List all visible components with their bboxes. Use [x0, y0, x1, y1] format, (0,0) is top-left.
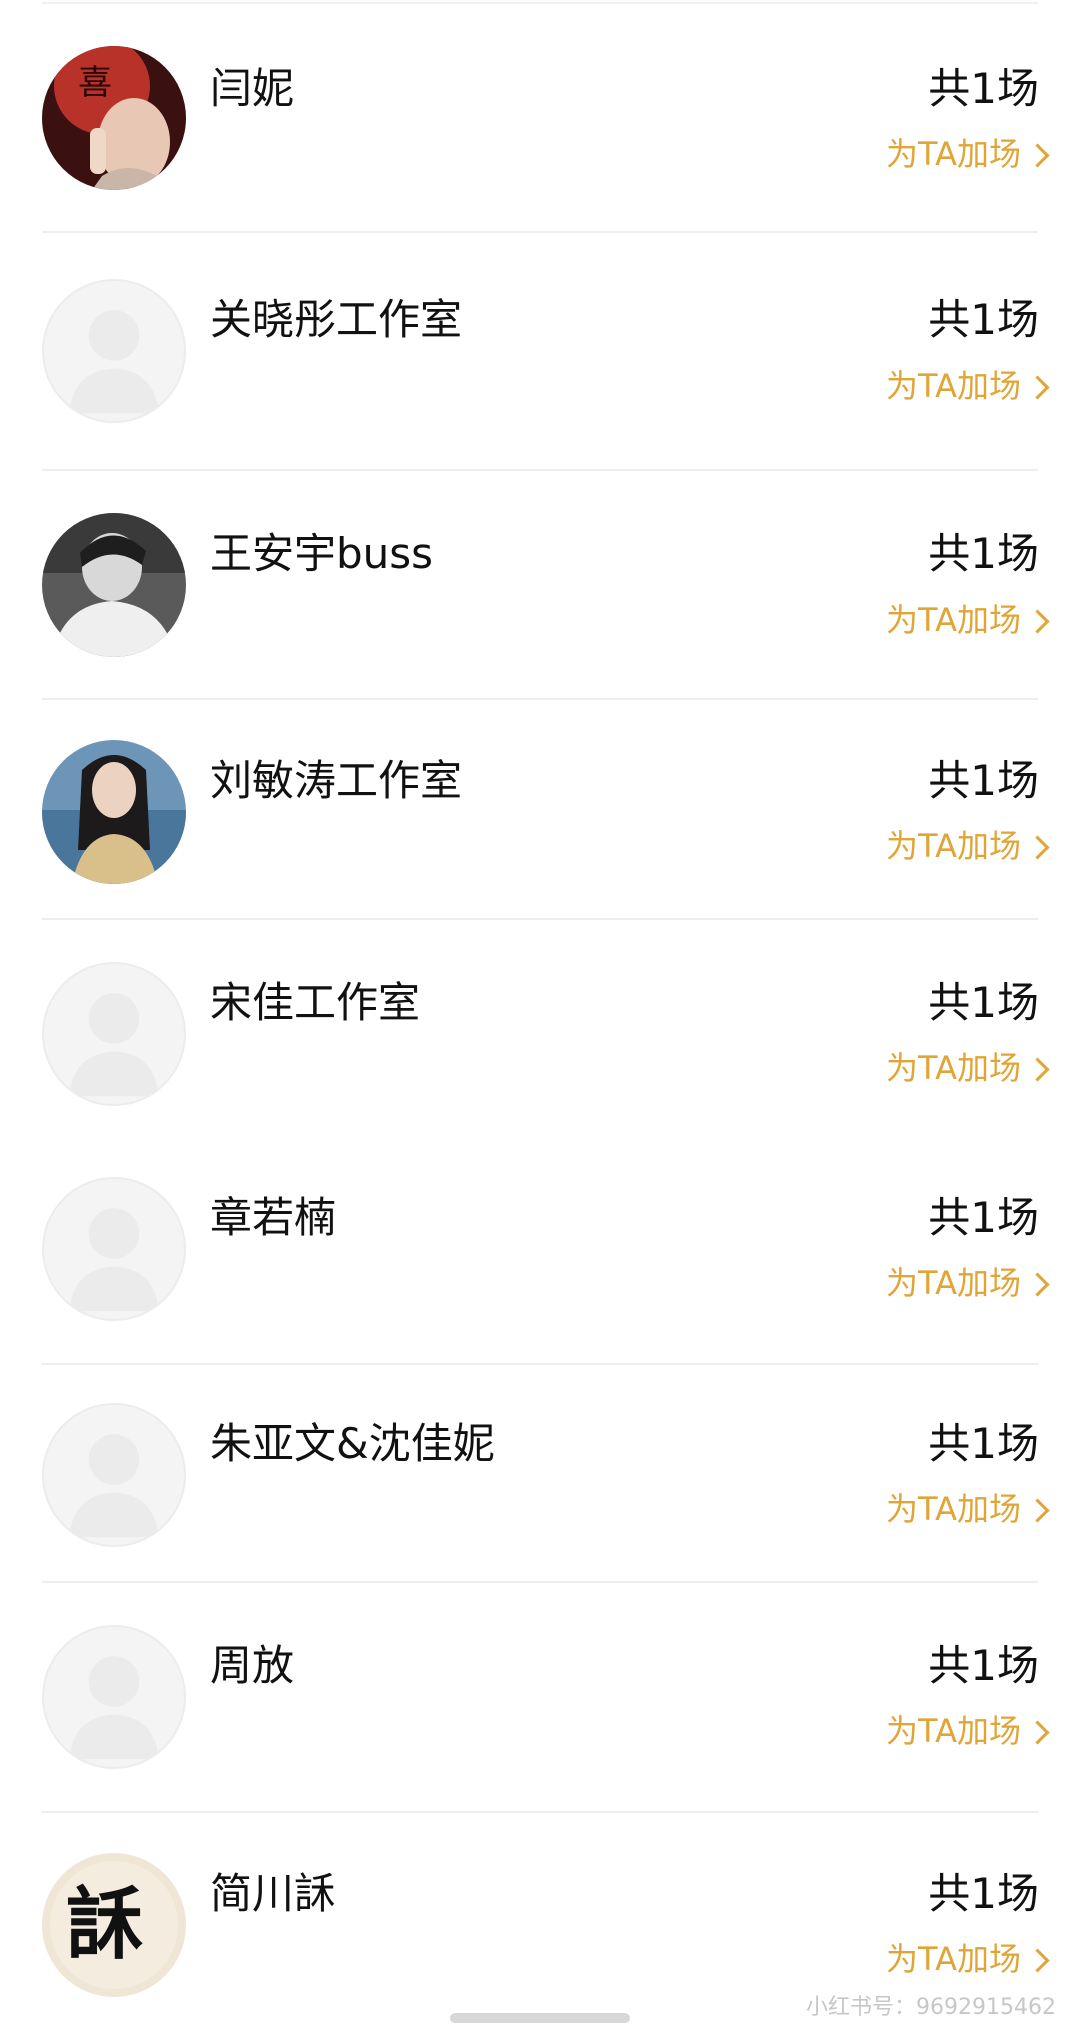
show-count: 共1场 — [928, 978, 1039, 1027]
add-show-link[interactable]: 为TA加场 — [886, 134, 1050, 174]
chevron-right-icon — [1025, 1947, 1050, 1973]
list-item[interactable]: 刘敏涛工作室 共1场 为TA加场 — [0, 700, 1080, 920]
show-count: 共1场 — [928, 1641, 1039, 1690]
list-item[interactable]: 喜 闫妮 共1场 为TA加场 — [0, 0, 1080, 233]
show-count: 共1场 — [928, 64, 1039, 113]
add-show-label: 为TA加场 — [886, 1712, 1021, 1750]
avatar[interactable]: 喜 — [42, 46, 186, 190]
chevron-right-icon — [1025, 1719, 1050, 1745]
show-count: 共1场 — [928, 1869, 1039, 1918]
list-item[interactable]: 关晓彤工作室 共1场 为TA加场 — [0, 233, 1080, 471]
artist-name: 刘敏涛工作室 — [210, 756, 463, 805]
artist-name: 章若楠 — [210, 1193, 337, 1242]
avatar[interactable] — [42, 740, 186, 884]
avatar[interactable] — [42, 279, 186, 423]
add-show-link[interactable]: 为TA加场 — [886, 826, 1050, 866]
default-avatar-icon — [69, 1434, 159, 1538]
default-avatar-icon — [69, 993, 159, 1097]
chevron-right-icon — [1025, 608, 1050, 634]
svg-text:訸: 訸 — [66, 1879, 144, 1970]
list-item[interactable]: 朱亚文&沈佳妮 共1场 为TA加场 — [0, 1365, 1080, 1583]
chevron-right-icon — [1025, 374, 1050, 400]
list-item[interactable]: 王安宇buss 共1场 为TA加场 — [0, 471, 1080, 700]
show-count: 共1场 — [928, 295, 1039, 344]
chevron-right-icon — [1025, 142, 1050, 168]
add-show-link[interactable]: 为TA加场 — [886, 1048, 1050, 1088]
default-avatar-icon — [69, 1656, 159, 1760]
artist-name: 王安宇buss — [210, 529, 434, 578]
avatar[interactable] — [42, 1625, 186, 1769]
add-show-label: 为TA加场 — [886, 135, 1021, 173]
avatar-photo-icon: 喜 — [42, 46, 186, 190]
avatar-photo-icon — [42, 740, 186, 884]
add-show-label: 为TA加场 — [886, 601, 1021, 639]
show-count: 共1场 — [928, 1193, 1039, 1242]
add-show-link[interactable]: 为TA加场 — [886, 1263, 1050, 1303]
add-show-label: 为TA加场 — [886, 1264, 1021, 1302]
avatar[interactable]: 訸 — [42, 1853, 186, 1997]
avatar-photo-icon — [42, 513, 186, 657]
default-avatar-icon — [69, 310, 159, 414]
add-show-link[interactable]: 为TA加场 — [886, 1939, 1050, 1979]
watermark: 小红书号：9692915462 — [806, 1995, 1056, 2020]
add-show-label: 为TA加场 — [886, 1490, 1021, 1528]
avatar[interactable] — [42, 513, 186, 657]
add-show-label: 为TA加场 — [886, 367, 1021, 405]
add-show-label: 为TA加场 — [886, 1940, 1021, 1978]
list-item[interactable]: 章若楠 共1场 为TA加场 — [0, 1135, 1080, 1365]
add-show-link[interactable]: 为TA加场 — [886, 1489, 1050, 1529]
svg-text:喜: 喜 — [78, 63, 112, 103]
avatar[interactable] — [42, 1177, 186, 1321]
artist-name: 宋佳工作室 — [210, 978, 421, 1027]
chevron-right-icon — [1025, 834, 1050, 860]
show-count: 共1场 — [928, 756, 1039, 805]
home-indicator — [450, 2013, 630, 2023]
artist-name: 闫妮 — [210, 64, 295, 113]
chevron-right-icon — [1025, 1056, 1050, 1082]
default-avatar-icon — [69, 1208, 159, 1312]
avatar[interactable] — [42, 962, 186, 1106]
artist-name: 周放 — [210, 1641, 295, 1690]
show-count: 共1场 — [928, 529, 1039, 578]
artist-name: 朱亚文&沈佳妮 — [210, 1419, 495, 1468]
chevron-right-icon — [1025, 1271, 1050, 1297]
avatar[interactable] — [42, 1403, 186, 1547]
add-show-link[interactable]: 为TA加场 — [886, 600, 1050, 640]
add-show-link[interactable]: 为TA加场 — [886, 1711, 1050, 1751]
add-show-label: 为TA加场 — [886, 1049, 1021, 1087]
chevron-right-icon — [1025, 1497, 1050, 1523]
add-show-link[interactable]: 为TA加场 — [886, 366, 1050, 406]
artist-name: 简川訸 — [210, 1869, 337, 1918]
artist-name: 关晓彤工作室 — [210, 295, 463, 344]
list-item[interactable]: 周放 共1场 为TA加场 — [0, 1583, 1080, 1813]
avatar-photo-icon: 訸 — [42, 1853, 186, 1997]
show-count: 共1场 — [928, 1419, 1039, 1468]
add-show-label: 为TA加场 — [886, 827, 1021, 865]
